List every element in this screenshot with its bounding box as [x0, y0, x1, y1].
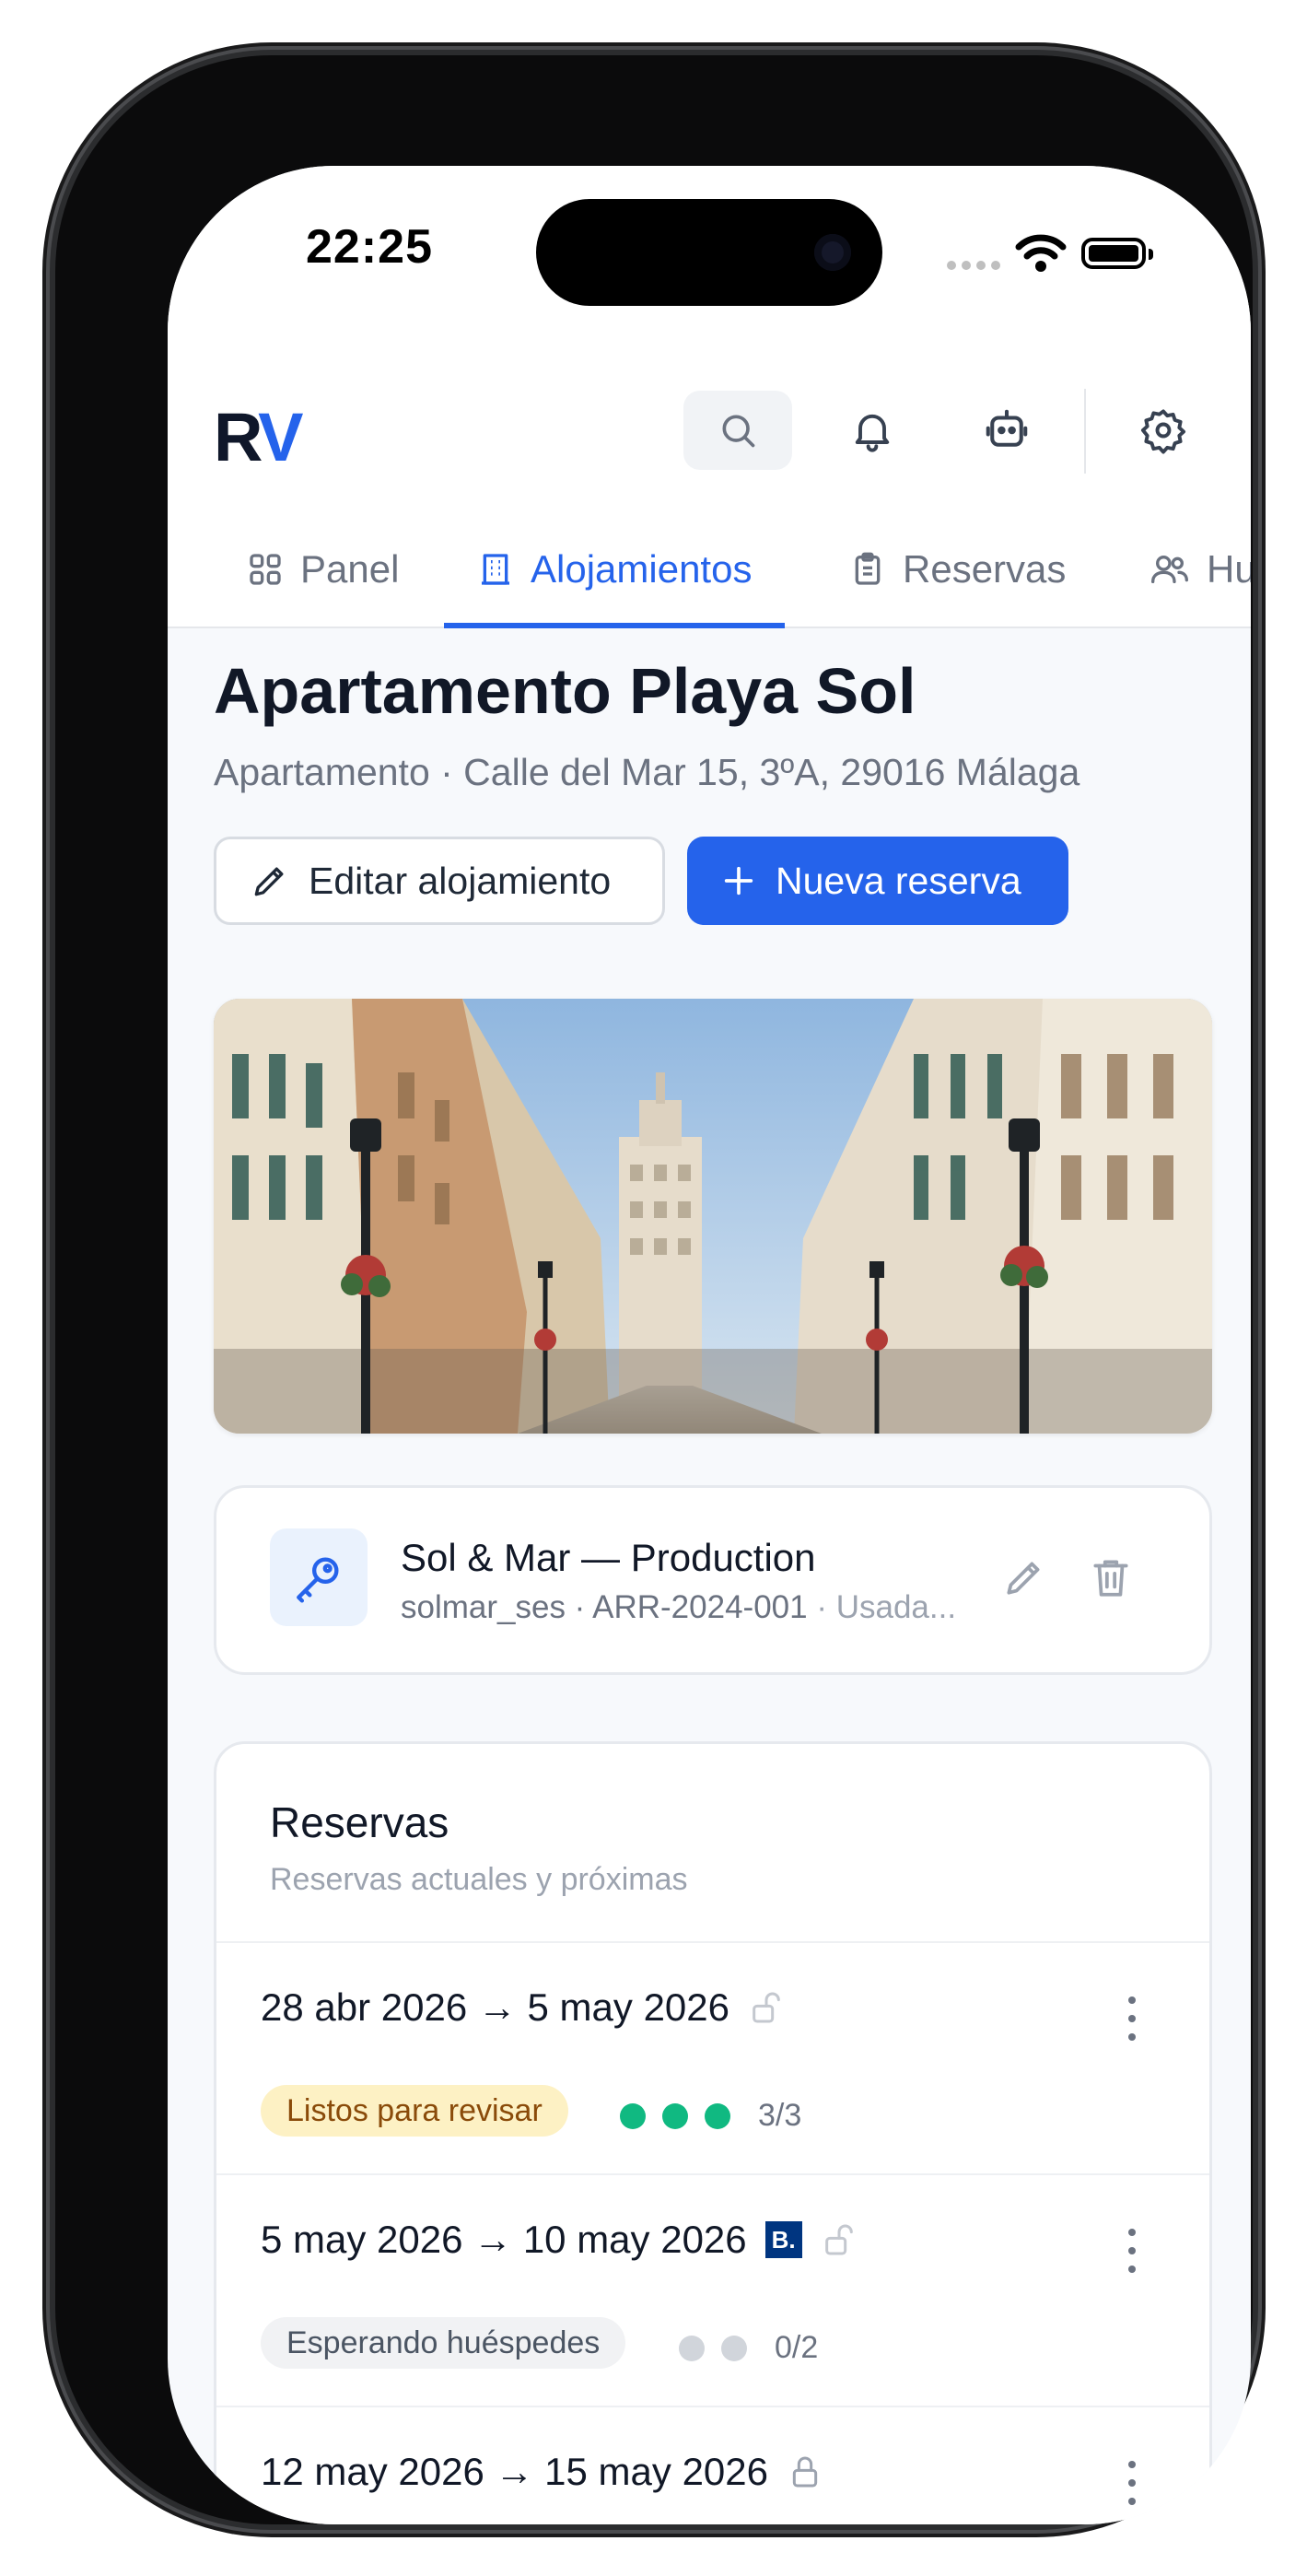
reservation-row[interactable]: 28 abr 2026 → 5 may 2026 Listos para rev…	[216, 1941, 1209, 2175]
credential-name: Sol & Mar — Production	[401, 1536, 816, 1579]
tab-panel[interactable]: Panel	[247, 512, 399, 626]
edit-property-label: Editar alojamiento	[309, 859, 612, 902]
app-logo[interactable]: RV	[214, 398, 304, 476]
bell-icon	[855, 414, 890, 452]
booking-com-badge: B.	[764, 2221, 802, 2258]
edit-property-button[interactable]: Editar alojamiento	[214, 837, 665, 925]
tab-reservas[interactable]: Reservas	[849, 512, 1066, 626]
guest-done-dot	[662, 2102, 688, 2129]
lock-icon	[792, 2456, 818, 2488]
guest-pending-dot	[679, 2335, 705, 2361]
credential-card[interactable]: Sol & Mar — Production solmar_ses · ARR-…	[214, 1485, 1212, 1675]
property-subtitle: Apartamento · Calle del Mar 15, 3ºA, 290…	[214, 751, 1080, 793]
edit-credential-button[interactable]	[1001, 1554, 1047, 1605]
tab-alojamientos[interactable]: Alojamientos	[444, 512, 786, 628]
guest-progress: 0/2	[679, 2330, 818, 2366]
page-title: Apartamento Playa Sol	[214, 655, 916, 727]
key-icon	[297, 1557, 339, 1603]
tab-label: Reservas	[903, 547, 1067, 591]
unlock-icon	[753, 1992, 780, 2023]
plus-icon	[724, 866, 753, 896]
guest-count: 3/3	[758, 2098, 802, 2133]
app-header: RV	[168, 350, 1251, 514]
row-menu-button[interactable]	[1128, 2229, 1138, 2284]
phone-frame: 22:25 RV Panel Alojamientos Reservas Hu …	[55, 55, 1253, 2524]
settings-button[interactable]	[1124, 391, 1203, 470]
grid-icon	[250, 554, 281, 585]
dynamic-island	[536, 199, 882, 306]
status-bar: 22:25	[168, 166, 1251, 350]
reservations-card: Reservas Reservas actuales y próximas 28…	[214, 1741, 1212, 2524]
power-button	[1251, 802, 1264, 1096]
users-icon	[1150, 556, 1188, 583]
tab-label: Alojamientos	[531, 547, 753, 591]
signal-icon	[947, 258, 1006, 275]
guest-done-dot	[705, 2102, 730, 2129]
property-photo	[214, 999, 1212, 1434]
search-icon	[722, 415, 755, 448]
gear-icon	[1140, 409, 1186, 454]
tab-label: Panel	[300, 547, 400, 591]
status-time: 22:25	[306, 220, 433, 274]
trash-icon	[1093, 1560, 1128, 1597]
reservation-row[interactable]: 12 may 2026 → 15 may 2026	[216, 2406, 1209, 2524]
tab-huespedes[interactable]: Hu	[1149, 512, 1251, 626]
clipboard-icon	[855, 552, 881, 585]
row-menu-button[interactable]	[1128, 2461, 1138, 2516]
reservation-dates: 12 may 2026 → 15 may 2026	[261, 2450, 823, 2494]
reservations-subtitle: Reservas actuales y próximas	[270, 1862, 688, 1897]
camera-icon	[814, 234, 851, 271]
row-menu-button[interactable]	[1128, 1996, 1138, 2052]
guest-done-dot	[620, 2102, 646, 2129]
guest-pending-dot	[721, 2335, 747, 2361]
notifications-button[interactable]	[833, 391, 912, 470]
guest-count: 0/2	[775, 2330, 819, 2365]
reservation-row[interactable]: 5 may 2026 → 10 may 2026 B. Esperando hu…	[216, 2173, 1209, 2407]
app-screen: 22:25 RV Panel Alojamientos Reservas Hu …	[168, 166, 1251, 2524]
main-tabs: Panel Alojamientos Reservas Hu	[168, 512, 1251, 628]
status-badge: Esperando huéspedes	[261, 2317, 626, 2369]
unlock-icon	[824, 2224, 853, 2255]
reservation-dates: 28 abr 2026 → 5 may 2026	[261, 1985, 785, 2030]
pencil-icon	[1007, 1562, 1040, 1595]
reservations-title: Reservas	[270, 1798, 449, 1846]
search-button[interactable]	[683, 391, 792, 470]
battery-icon	[1081, 238, 1153, 269]
credential-meta: solmar_ses · ARR-2024-001 · Usada...	[401, 1589, 957, 1625]
wifi-icon	[1015, 234, 1067, 272]
delete-credential-button[interactable]	[1088, 1554, 1134, 1605]
building-icon	[482, 554, 509, 585]
header-divider	[1084, 389, 1086, 474]
robot-icon	[986, 409, 1028, 447]
new-booking-label: Nueva reserva	[776, 859, 1021, 902]
reservation-dates: 5 may 2026 → 10 may 2026 B.	[261, 2218, 858, 2262]
status-badge: Listos para revisar	[261, 2085, 568, 2137]
pencil-icon	[254, 867, 284, 896]
tab-label: Hu	[1207, 547, 1251, 591]
guest-progress: 3/3	[620, 2098, 801, 2134]
new-booking-button[interactable]: Nueva reserva	[687, 837, 1068, 925]
assistant-button[interactable]	[967, 391, 1046, 470]
key-tile	[270, 1528, 368, 1626]
